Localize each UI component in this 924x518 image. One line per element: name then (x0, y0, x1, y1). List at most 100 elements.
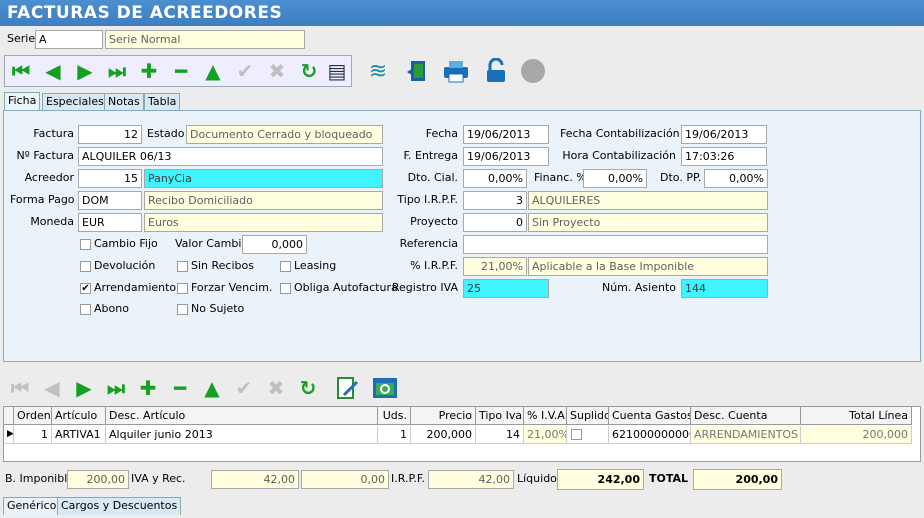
next-record-icon[interactable]: ▶ (73, 59, 97, 83)
grid-header[interactable]: Uds. (378, 407, 411, 425)
formapago-label: Forma Pago (10, 193, 75, 206)
leasing-checkbox[interactable] (280, 261, 291, 272)
fentrega-input[interactable]: 19/06/2013 (463, 147, 549, 166)
line-accept-icon[interactable]: ✔ (232, 376, 256, 400)
first-record-icon[interactable]: ⏮ (9, 59, 33, 83)
moneda-input[interactable]: EUR (78, 213, 142, 232)
serie-input[interactable]: A (35, 30, 103, 49)
tab-notas[interactable]: Notas (104, 93, 144, 110)
table-cell[interactable]: 621000000000 (609, 426, 691, 444)
grid-indicator-header (4, 407, 14, 425)
arrendamiento-checkbox[interactable]: ✔ (80, 283, 91, 294)
sin-recibos-checkbox[interactable] (177, 261, 188, 272)
table-cell[interactable]: ARTIVA1 (52, 426, 106, 444)
grid-header[interactable]: Total Línea (801, 407, 912, 425)
line-delete-icon[interactable]: ━ (168, 376, 192, 400)
unlock-icon[interactable] (481, 56, 511, 86)
signal-icon[interactable]: ≋ (363, 56, 393, 86)
moneda-desc: Euros (144, 213, 383, 232)
tab-cargos-descuentos[interactable]: Cargos y Descuentos (57, 497, 182, 515)
grid-header[interactable]: Artículo (52, 407, 106, 425)
grid-header[interactable]: Orden (14, 407, 52, 425)
estado-field: Documento Cerrado y bloqueado (186, 125, 383, 144)
line-refresh-icon[interactable]: ↻ (296, 376, 320, 400)
total-field: 200,00 (693, 469, 782, 490)
rec-field: 0,00 (301, 470, 389, 489)
last-record-icon[interactable]: ⏭ (105, 59, 129, 83)
cambio-fijo-checkbox[interactable] (80, 239, 91, 250)
grid-header[interactable]: Desc. Artículo (106, 407, 378, 425)
numasiento-field: 144 (681, 279, 768, 298)
line-first-icon[interactable]: ⏮ (8, 376, 32, 400)
prev-record-icon[interactable]: ◀ (41, 59, 65, 83)
abono-checkbox[interactable] (80, 304, 91, 315)
line-add-icon[interactable]: ✚ (136, 376, 160, 400)
line-last-icon[interactable]: ⏭ (104, 376, 128, 400)
nfactura-input[interactable]: ALQUILER 06/13 (78, 147, 383, 166)
horacont-label: Hora Contabilización (562, 149, 676, 162)
fentrega-label: F. Entrega (403, 149, 458, 162)
search-window-icon[interactable] (370, 373, 400, 403)
up-icon[interactable]: ▲ (201, 59, 225, 83)
line-cancel-icon[interactable]: ✖ (264, 376, 288, 400)
grid-header[interactable]: Precio (411, 407, 476, 425)
table-cell[interactable]: 1 (378, 426, 411, 444)
cancel-icon[interactable]: ✖ (265, 59, 289, 83)
tab-ficha[interactable]: Ficha (4, 92, 41, 111)
accept-icon[interactable]: ✔ (233, 59, 257, 83)
grid-header[interactable]: % I.V.A. (524, 407, 567, 425)
iva-field: 42,00 (211, 470, 299, 489)
line-up-icon[interactable]: ▲ (200, 376, 224, 400)
suplido-cell[interactable] (567, 426, 609, 444)
proyecto-label: Proyecto (410, 215, 458, 228)
grid-header[interactable]: Desc. Cuenta (691, 407, 801, 425)
irpf-label: I.R.P.F. (391, 472, 425, 485)
acreedor-input[interactable]: 15 (78, 169, 142, 188)
table-cell[interactable]: 14 (476, 426, 524, 444)
table-cell[interactable]: Alquiler junio 2013 (106, 426, 378, 444)
line-prev-icon[interactable]: ◀ (40, 376, 64, 400)
nav-toolbar: ⏮ ◀ ▶ ⏭ ✚ ━ ▲ ✔ ✖ ↻ ▤ (4, 55, 352, 87)
fecha-input[interactable]: 19/06/2013 (463, 125, 549, 144)
refresh-icon[interactable]: ↻ (297, 59, 321, 83)
edit-document-icon[interactable] (332, 373, 362, 403)
estado-label: Estado (147, 127, 185, 140)
liquido-field: 242,00 (557, 469, 644, 490)
list-icon[interactable]: ▤ (325, 59, 349, 83)
grid-header[interactable]: Suplido (567, 407, 609, 425)
forzar-checkbox[interactable] (177, 283, 188, 294)
dtopp-input[interactable]: 0,00% (704, 169, 768, 188)
status-circle-icon[interactable] (518, 56, 548, 86)
dtocial-input[interactable]: 0,00% (463, 169, 527, 188)
add-icon[interactable]: ✚ (137, 59, 161, 83)
window-title: FACTURAS DE ACREEDORES (0, 0, 924, 26)
bimp-label: B. Imponible (5, 472, 75, 485)
financ-input[interactable]: 0,00% (583, 169, 647, 188)
nfactura-label: Nº Factura (16, 149, 74, 162)
forzar-label: Forzar Vencim. (191, 281, 273, 294)
devolucion-checkbox[interactable] (80, 261, 91, 272)
tab-especiales[interactable]: Especiales (42, 93, 108, 110)
delete-icon[interactable]: ━ (169, 59, 193, 83)
table-cell[interactable]: 200,000 (411, 426, 476, 444)
valor-cambio-input[interactable]: 0,000 (242, 235, 307, 254)
exit-door-icon[interactable] (403, 56, 433, 86)
horacont-input[interactable]: 17:03:26 (681, 147, 767, 166)
grid-header[interactable]: Tipo Iva (476, 407, 524, 425)
tipoirpf-input[interactable]: 3 (463, 191, 527, 210)
no-sujeto-checkbox[interactable] (177, 304, 188, 315)
tab-generico[interactable]: Genérico (3, 497, 61, 515)
table-cell[interactable]: 1 (14, 426, 52, 444)
formapago-input[interactable]: DOM (78, 191, 142, 210)
fechacont-input[interactable]: 19/06/2013 (681, 125, 767, 144)
printer-icon[interactable] (441, 56, 471, 86)
factura-input[interactable]: 12 (78, 125, 142, 144)
irpf-field: 42,00 (428, 470, 514, 489)
pctirpf-desc: Aplicable a la Base Imponible (528, 257, 768, 276)
tab-tabla[interactable]: Tabla (144, 93, 181, 110)
grid-header[interactable]: Cuenta Gastos (609, 407, 691, 425)
line-next-icon[interactable]: ▶ (72, 376, 96, 400)
referencia-input[interactable] (463, 235, 768, 254)
proyecto-input[interactable]: 0 (463, 213, 527, 232)
obliga-checkbox[interactable] (280, 283, 291, 294)
